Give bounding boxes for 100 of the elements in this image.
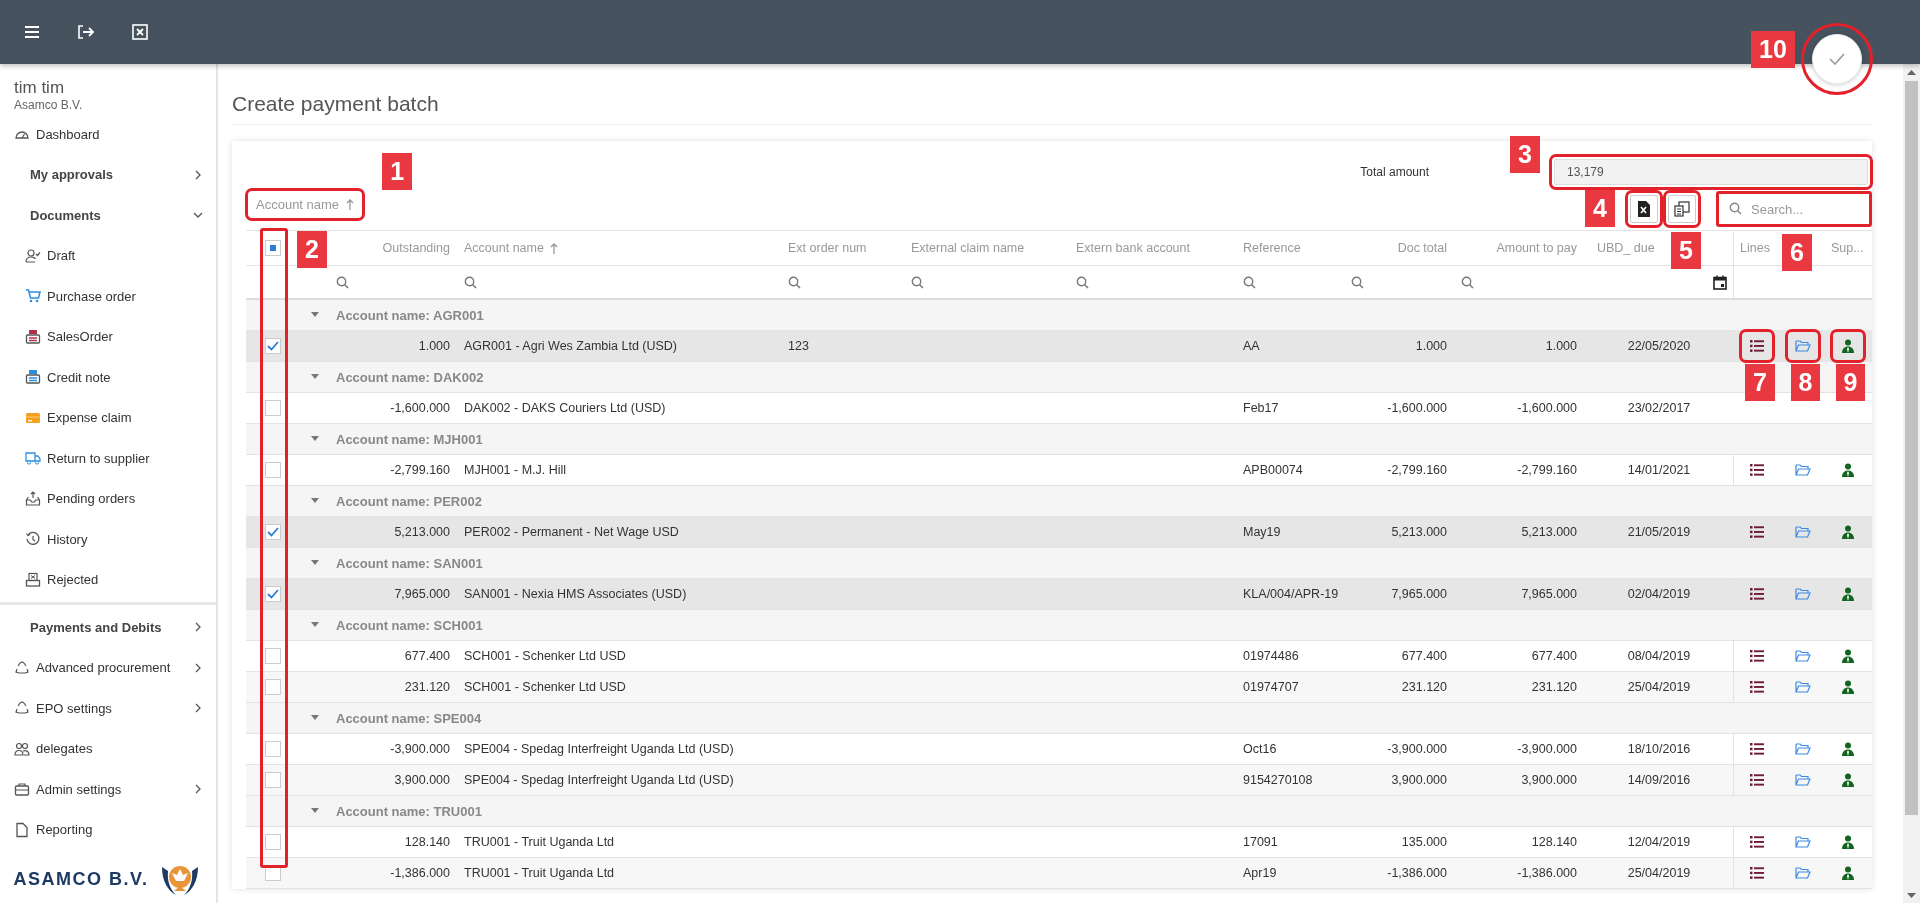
callout-badge: 9 <box>1835 364 1866 401</box>
table-cell: 231.120 <box>404 680 450 694</box>
table-cell: -2,799.160 <box>1387 463 1447 477</box>
sidebar-item[interactable]: Pending orders <box>0 478 216 519</box>
table-cell: SCH001 - Schenker Ltd USD <box>464 680 626 694</box>
table-cell: PER002 - Permanent - Net Wage USD <box>464 525 679 539</box>
table-cell: -3,900.000 <box>1387 742 1447 756</box>
sidebar-item[interactable]: Advanced procurement <box>0 647 216 688</box>
sidebar-item[interactable]: Purchase order <box>0 276 216 317</box>
sidebar-item[interactable]: Admin settings <box>0 769 216 810</box>
table-cell: 17091 <box>1243 835 1278 849</box>
table-cell: 128.140 <box>1531 835 1577 849</box>
sidebar-item[interactable]: My approvals <box>0 154 216 195</box>
table-cell: -1,386.000 <box>1517 866 1577 880</box>
callout-badge: 6 <box>1782 234 1812 271</box>
group-header: Account name: DAK002 <box>336 369 484 385</box>
callout-badge: 1 <box>382 153 413 190</box>
user-name: tim tim <box>13 78 66 98</box>
table-cell: -2,799.160 <box>1517 463 1577 477</box>
callout-badge: 7 <box>1745 364 1775 401</box>
table-cell: SAN001 - Nexia HMS Associates (USD) <box>464 587 687 601</box>
total-label: Total amount <box>1360 165 1429 179</box>
table-cell: 1.000 <box>418 339 450 353</box>
table-cell: 1.000 <box>1415 339 1447 353</box>
table-cell: 21/05/2019 <box>1627 525 1691 539</box>
group-header: Account name: PER002 <box>336 493 482 509</box>
table-cell: 231.120 <box>1531 680 1577 694</box>
table-cell: Apr19 <box>1243 866 1277 880</box>
table-cell: APB00074 <box>1243 463 1303 477</box>
table-cell: DAK002 - DAKS Couriers Ltd (USD) <box>464 401 666 415</box>
table-cell: 02/04/2019 <box>1627 587 1691 601</box>
callout-badge: 10 <box>1751 31 1795 68</box>
table-cell: -3,900.000 <box>390 742 450 756</box>
table-cell: -1,600.000 <box>1517 401 1577 415</box>
group-header: Account name: SPE004 <box>336 710 482 726</box>
group-header: Account name: TRU001 <box>336 803 482 819</box>
table-cell: 677.400 <box>404 649 450 663</box>
search-field[interactable]: Search... <box>1716 191 1872 227</box>
callout-badge: 3 <box>1510 136 1540 173</box>
sidebar-item[interactable]: Dashboard <box>0 114 216 155</box>
sidebar-item[interactable]: Documents <box>0 195 216 236</box>
sidebar-item[interactable]: SalesOrder <box>0 316 216 357</box>
group-header: Account name: SAN001 <box>336 555 483 571</box>
sidebar-item[interactable]: Rejected <box>0 559 216 600</box>
table-cell: Feb17 <box>1243 401 1279 415</box>
sidebar-item[interactable]: delegates <box>0 728 216 769</box>
sidebar-item[interactable]: Return to supplier <box>0 438 216 479</box>
sidebar-item[interactable]: Draft <box>0 235 216 276</box>
table-cell: AA <box>1243 339 1260 353</box>
sidebar-item[interactable]: Credit note <box>0 357 216 398</box>
table-cell: 3,900.000 <box>1391 773 1447 787</box>
table-cell: 3,900.000 <box>1521 773 1577 787</box>
sidebar-item[interactable]: History <box>0 519 216 560</box>
callout-badge: 5 <box>1671 232 1701 269</box>
table-cell: MJH001 - M.J. Hill <box>464 463 567 477</box>
table-cell: 14/09/2016 <box>1627 773 1691 787</box>
table-cell: -1,386.000 <box>1387 866 1447 880</box>
table-cell: 5,213.000 <box>1391 525 1447 539</box>
table-cell: 25/04/2019 <box>1627 866 1691 880</box>
table-cell: 25/04/2019 <box>1627 680 1691 694</box>
table-cell: 9154270108 <box>1243 773 1313 787</box>
table-cell: 18/10/2016 <box>1627 742 1691 756</box>
table-cell: 01974486 <box>1243 649 1299 663</box>
table-cell: 7,965.000 <box>1521 587 1577 601</box>
table-cell: 123 <box>788 339 809 353</box>
table-cell: SPE004 - Spedag Interfreight Uganda Ltd (USD) <box>464 773 734 787</box>
table-cell: SCH001 - Schenker Ltd USD <box>464 649 626 663</box>
table-cell: 3,900.000 <box>394 773 450 787</box>
table-cell: 14/01/2021 <box>1627 463 1691 477</box>
table-cell: -1,386.000 <box>390 866 450 880</box>
group-header: Account name: MJH001 <box>336 431 483 447</box>
sidebar-item[interactable]: Payments and Debits <box>0 607 216 648</box>
table-cell: SPE004 - Spedag Interfreight Uganda Ltd (USD) <box>464 742 734 756</box>
sidebar-item[interactable]: Expense claim <box>0 397 216 438</box>
table-cell: 677.400 <box>1531 649 1577 663</box>
callout-badge: 4 <box>1585 190 1615 227</box>
table-cell: -3,900.000 <box>1517 742 1577 756</box>
table-cell: -1,600.000 <box>390 401 450 415</box>
table-cell: 7,965.000 <box>394 587 450 601</box>
table-cell: 23/02/2017 <box>1627 401 1691 415</box>
callout-badge: 8 <box>1790 364 1821 401</box>
table-cell: -1,600.000 <box>1387 401 1447 415</box>
table-cell: TRU001 - Truit Uganda Ltd <box>464 866 615 880</box>
table-cell: 231.120 <box>1401 680 1447 694</box>
sidebar-item[interactable]: EPO settings <box>0 688 216 729</box>
table-cell: 677.400 <box>1401 649 1447 663</box>
sidebar-item[interactable]: Reporting <box>0 809 216 850</box>
table-cell: 01974707 <box>1243 680 1299 694</box>
table-cell: TRU001 - Truit Uganda Ltd <box>464 835 615 849</box>
table-cell: 5,213.000 <box>394 525 450 539</box>
table-cell: Oct16 <box>1243 742 1277 756</box>
group-header: Account name: AGR001 <box>336 307 484 323</box>
table-cell: 135.000 <box>1401 835 1447 849</box>
logo-text: ASAMCO B.V. <box>13 868 149 890</box>
table-cell: 08/04/2019 <box>1627 649 1691 663</box>
company-name: Asamco B.V. <box>13 98 84 112</box>
table-cell: 7,965.000 <box>1391 587 1447 601</box>
table-cell: -2,799.160 <box>390 463 450 477</box>
table-cell: 128.140 <box>404 835 450 849</box>
group-header: Account name: SCH001 <box>336 617 483 633</box>
